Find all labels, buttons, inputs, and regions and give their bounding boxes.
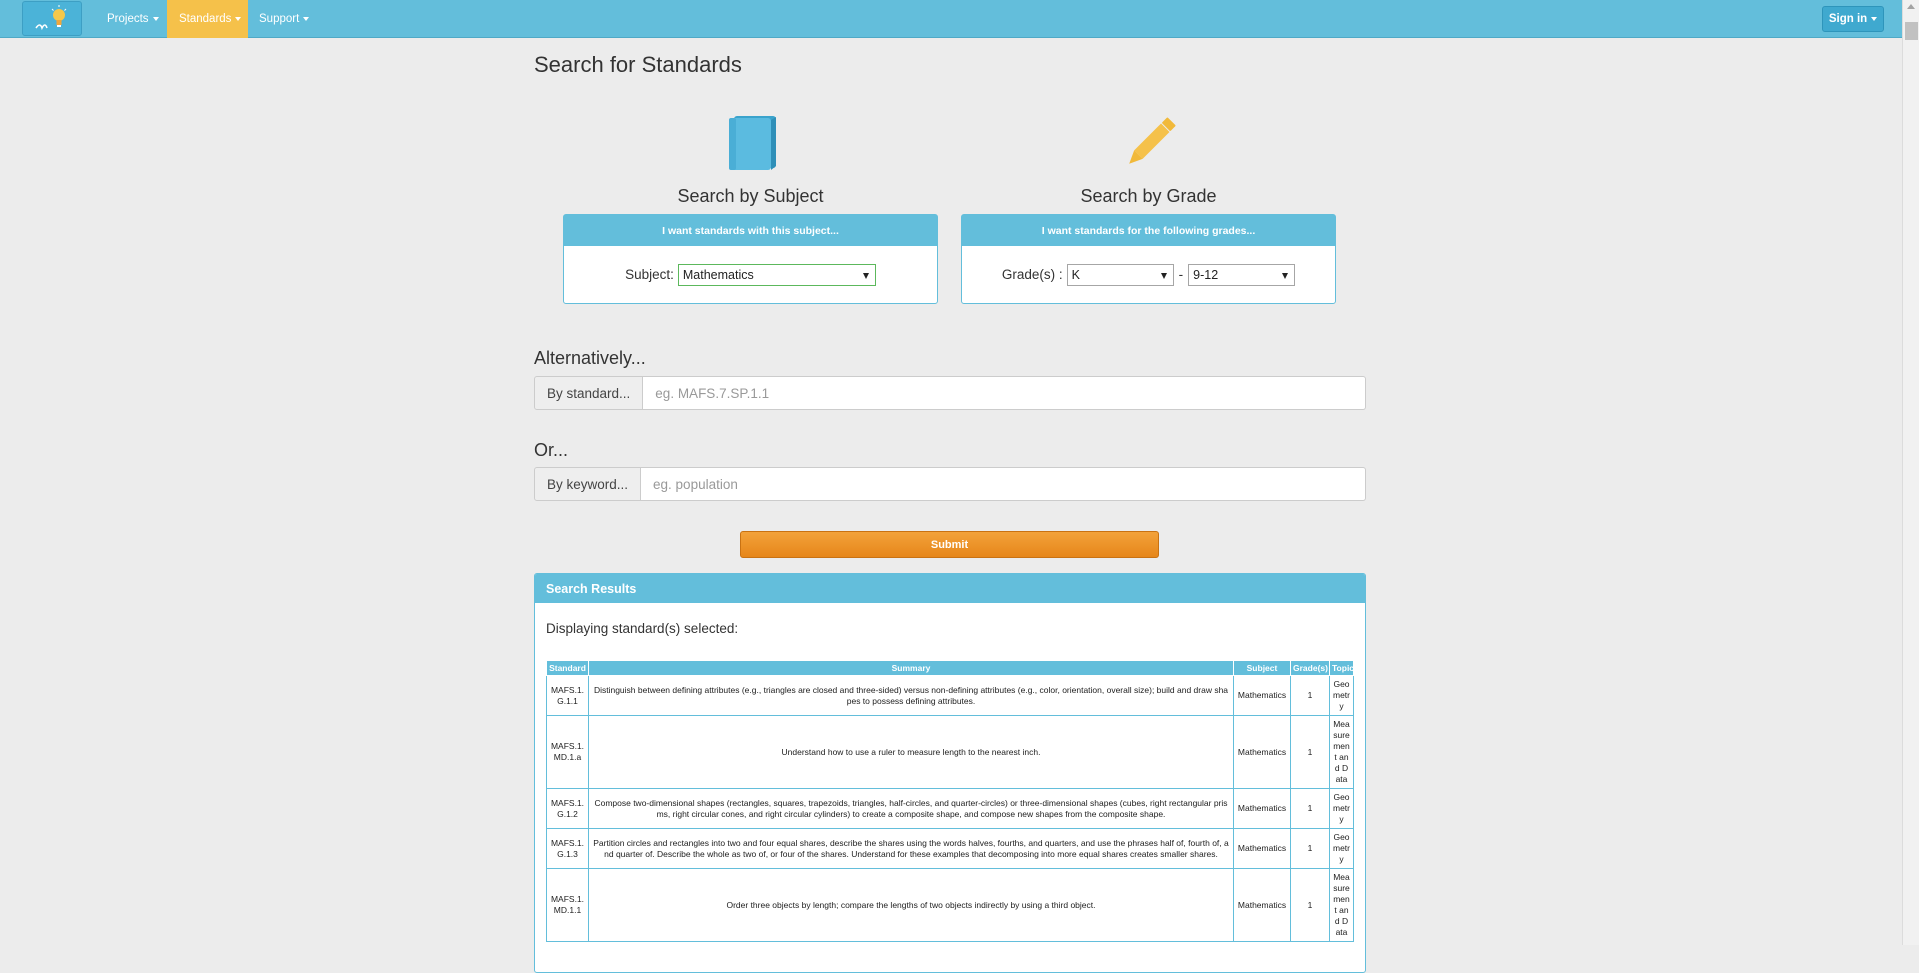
results-header-row: Standard Summary Subject Grade(s) Topic xyxy=(546,660,1354,676)
grades-label: Grade(s) : xyxy=(1001,267,1063,282)
caret-down-icon xyxy=(303,17,310,21)
column-header-topic[interactable]: Topic xyxy=(1329,660,1354,676)
table-row: MAFS.1.MD.1.1 Order three objects by len… xyxy=(546,868,1354,942)
subject-cell: Mathematics xyxy=(1233,788,1291,829)
nav-support[interactable]: Support xyxy=(247,0,321,38)
subject-selected-value: Mathematics xyxy=(682,267,754,282)
keyword-search-group: By keyword... eg. population xyxy=(534,467,1366,501)
keyword-search-heading: Or... xyxy=(534,440,569,460)
subject-panel: I want standards with this subject... Su… xyxy=(563,214,938,304)
pencil-icon xyxy=(1129,117,1176,164)
standard-cell[interactable]: MAFS.1.G.1.1 xyxy=(546,675,589,716)
standard-search-placeholder: eg. MAFS.7.SP.1.1 xyxy=(655,385,770,401)
nav-projects-label: Projects xyxy=(107,13,149,25)
standard-search-addon: By standard... xyxy=(534,376,644,410)
summary-cell: Compose two-dimensional shapes (rectangl… xyxy=(588,788,1234,829)
grade-panel: I want standards for the following grade… xyxy=(961,214,1336,304)
scroll-up-icon[interactable] xyxy=(1907,4,1915,9)
standard-cell[interactable]: MAFS.1.MD.1.1 xyxy=(546,868,589,942)
search-results-title: Search Results xyxy=(535,574,1365,603)
summary-cell: Order three objects by length; compare t… xyxy=(588,868,1234,942)
book-icon xyxy=(729,116,776,170)
dropdown-arrow-icon xyxy=(1282,272,1289,279)
nav-support-label: Support xyxy=(259,13,300,25)
standard-cell[interactable]: MAFS.1.G.1.3 xyxy=(546,828,589,869)
subject-panel-title: I want standards with this subject... xyxy=(564,215,937,246)
table-row: MAFS.1.G.1.2 Compose two-dimensional sha… xyxy=(546,788,1354,829)
summary-cell: Distinguish between defining attributes … xyxy=(588,675,1234,716)
lightbulb-icon xyxy=(35,4,67,30)
column-header-subject[interactable]: Subject xyxy=(1233,660,1291,676)
topic-cell: Measurement and Data xyxy=(1329,868,1354,942)
topic-cell: Geometry xyxy=(1329,788,1354,829)
submit-button[interactable]: Submit xyxy=(740,531,1159,558)
results-table: Standard Summary Subject Grade(s) Topic … xyxy=(546,660,1354,942)
keyword-search-input[interactable]: eg. population xyxy=(641,467,1366,501)
grade-from-value: K xyxy=(1071,267,1080,282)
grade-cell: 1 xyxy=(1290,788,1330,829)
keyword-search-addon: By keyword... xyxy=(534,467,642,501)
subject-select[interactable]: Mathematics xyxy=(677,263,876,286)
grade-from-select[interactable]: K xyxy=(1066,263,1174,286)
logo[interactable] xyxy=(22,1,82,36)
vertical-scrollbar[interactable] xyxy=(1902,0,1919,945)
sign-in-button[interactable]: Sign in xyxy=(1822,6,1884,32)
grade-cell: 1 xyxy=(1290,828,1330,869)
nav-standards-label: Standards xyxy=(179,13,232,25)
column-header-summary[interactable]: Summary xyxy=(588,660,1234,676)
page-title: Search for Standards xyxy=(534,52,742,77)
summary-cell: Partition circles and rectangles into tw… xyxy=(588,828,1234,869)
sign-in-label: Sign in xyxy=(1828,13,1868,25)
grade-panel-title: I want standards for the following grade… xyxy=(962,215,1335,246)
subject-cell: Mathematics xyxy=(1233,715,1291,789)
table-row: MAFS.1.G.1.1 Distinguish between definin… xyxy=(546,675,1354,716)
summary-cell: Understand how to use a ruler to measure… xyxy=(588,715,1234,789)
column-header-grades[interactable]: Grade(s) xyxy=(1290,660,1330,676)
column-header-standard[interactable]: Standard xyxy=(546,660,589,676)
caret-down-icon xyxy=(1871,17,1878,21)
subject-search-heading: Search by Subject xyxy=(677,186,824,206)
topic-cell: Geometry xyxy=(1329,675,1354,716)
caret-down-icon xyxy=(235,17,242,21)
scroll-thumb[interactable] xyxy=(1905,22,1918,40)
topic-cell: Measurement and Data xyxy=(1329,715,1354,789)
grade-to-select[interactable]: 9-12 xyxy=(1188,263,1296,286)
standard-cell[interactable]: MAFS.1.MD.1.a xyxy=(546,715,589,789)
subject-cell: Mathematics xyxy=(1233,675,1291,716)
keyword-search-placeholder: eg. population xyxy=(653,476,738,492)
dropdown-arrow-icon xyxy=(862,272,869,279)
table-row: MAFS.1.MD.1.a Understand how to use a ru… xyxy=(546,715,1354,789)
dropdown-arrow-icon xyxy=(1160,272,1167,279)
standard-search-input[interactable]: eg. MAFS.7.SP.1.1 xyxy=(643,376,1366,410)
grade-cell: 1 xyxy=(1290,715,1330,789)
search-results-panel: Search Results Displaying standard(s) se… xyxy=(534,573,1366,973)
subject-cell: Mathematics xyxy=(1233,868,1291,942)
top-navbar: Projects Standards Support Sign in xyxy=(0,0,1919,38)
subject-label: Subject: xyxy=(625,267,674,282)
standard-search-heading: Alternatively... xyxy=(534,348,646,368)
topic-cell: Geometry xyxy=(1329,828,1354,869)
grade-cell: 1 xyxy=(1290,868,1330,942)
standard-search-group: By standard... eg. MAFS.7.SP.1.1 xyxy=(534,376,1366,410)
grade-search-heading: Search by Grade xyxy=(1080,186,1217,206)
nav-standards[interactable]: Standards xyxy=(167,0,248,38)
table-row: MAFS.1.G.1.3 Partition circles and recta… xyxy=(546,828,1354,869)
nav-projects[interactable]: Projects xyxy=(95,0,171,38)
grade-to-value: 9-12 xyxy=(1193,267,1219,282)
subject-cell: Mathematics xyxy=(1233,828,1291,869)
caret-down-icon xyxy=(152,17,159,21)
grade-cell: 1 xyxy=(1290,675,1330,716)
standard-cell[interactable]: MAFS.1.G.1.2 xyxy=(546,788,589,829)
results-subtitle: Displaying standard(s) selected: xyxy=(546,621,739,636)
grade-separator: - xyxy=(1178,267,1184,282)
